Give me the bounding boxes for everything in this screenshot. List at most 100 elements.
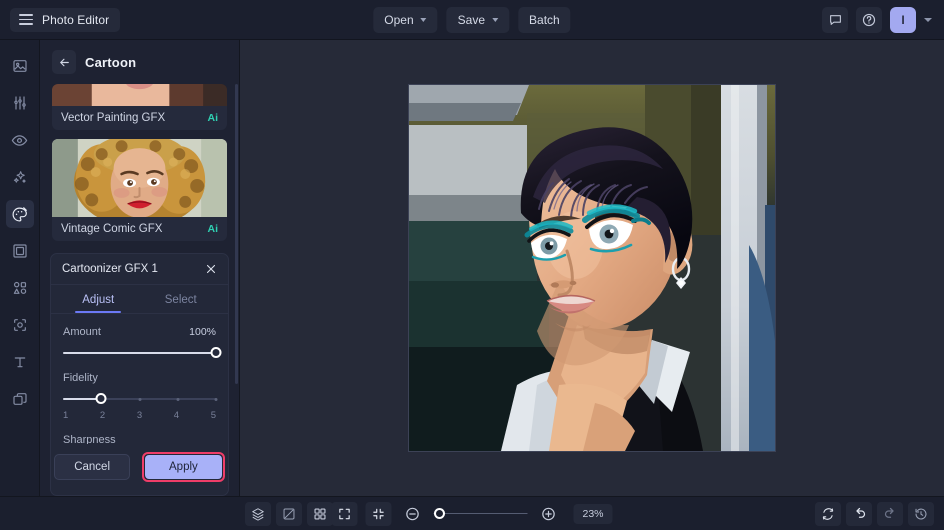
adjust-sliders-icon — [13, 96, 26, 110]
fidelity-step-4[interactable] — [176, 397, 180, 401]
fidelity-slider-thumb[interactable] — [95, 393, 107, 404]
ai-badge: Ai — [207, 223, 219, 235]
tab-select[interactable]: Select — [140, 285, 223, 313]
rail-item-layers[interactable] — [6, 385, 34, 413]
avatar-initial: I — [901, 12, 905, 27]
reset-button[interactable] — [815, 501, 841, 526]
compare-button[interactable] — [276, 501, 302, 526]
bottom-toolbar: 23% — [0, 496, 944, 530]
topbar-file-actions: Open Save Batch — [373, 6, 571, 33]
artboard[interactable] — [409, 85, 775, 451]
preset-label: Vintage Comic GFX — [61, 223, 163, 235]
actual-size-button[interactable] — [365, 501, 392, 526]
rail-item-preview[interactable] — [6, 126, 34, 154]
frame-icon — [12, 244, 27, 258]
preset-label: Vector Painting GFX — [61, 112, 166, 124]
cancel-button[interactable]: Cancel — [54, 454, 131, 480]
apply-button-highlight: Apply — [142, 452, 225, 482]
photo-editor-app: Photo Editor Open Save Batch I Cartoon V… — [0, 0, 944, 530]
amount-slider-thumb[interactable] — [210, 347, 222, 358]
zoom-slider-track — [433, 512, 528, 515]
card-title: Cartoonizer GFX 1 — [62, 263, 158, 275]
tick-label: 4 — [173, 410, 180, 421]
bottombar-left — [245, 501, 333, 526]
layers-icon — [12, 393, 27, 405]
amount-row: Amount 100% — [63, 326, 216, 338]
rail-item-shapes[interactable] — [6, 274, 34, 302]
compare-icon — [283, 508, 295, 519]
fidelity-step-3[interactable] — [138, 397, 141, 401]
undo-button[interactable] — [846, 501, 872, 526]
rail-item-frame[interactable] — [6, 237, 34, 265]
account-chevron-down-icon[interactable] — [924, 17, 932, 22]
apply-button[interactable]: Apply — [145, 455, 222, 479]
redo-button[interactable] — [877, 501, 903, 526]
shapes-icon — [13, 281, 26, 294]
amount-slider-fill — [63, 352, 216, 354]
rail-item-image[interactable] — [6, 52, 34, 80]
avatar[interactable]: I — [890, 6, 916, 33]
canvas-area[interactable] — [240, 40, 944, 496]
rail-item-artistic[interactable] — [5, 200, 34, 228]
batch-button[interactable]: Batch — [518, 6, 571, 33]
feedback-button[interactable] — [822, 6, 848, 33]
help-icon — [862, 13, 876, 26]
preset-item-vector-painting[interactable]: Vector Painting GFX Ai — [52, 84, 227, 130]
fidelity-row: Fidelity — [63, 372, 216, 384]
control-fidelity: Fidelity 1 2 3 4 5 — [63, 372, 218, 421]
tab-adjust[interactable]: Adjust — [57, 285, 140, 313]
panel-scrollbar[interactable] — [235, 84, 238, 384]
layers-stack-icon — [252, 507, 264, 521]
grid-view-icon — [314, 507, 326, 520]
control-sharpness: Sharpness 1 2 3 — [63, 434, 216, 444]
close-icon — [206, 264, 216, 274]
panel-header: Cartoon — [40, 40, 239, 84]
rail-item-text[interactable] — [6, 348, 34, 376]
fit-screen-button[interactable] — [331, 501, 358, 526]
fit-screen-icon — [339, 508, 350, 519]
help-button[interactable] — [856, 6, 882, 33]
zoom-level[interactable]: 23% — [573, 503, 613, 524]
eye-icon — [11, 134, 28, 146]
layers-stack-button[interactable] — [245, 501, 271, 526]
reset-icon — [822, 507, 834, 520]
save-button[interactable]: Save — [446, 6, 510, 33]
ai-badge: Ai — [207, 112, 219, 124]
preset-thumbnail — [52, 84, 227, 106]
batch-button-label: Batch — [529, 12, 560, 27]
panel-title: Cartoon — [85, 54, 137, 70]
open-button[interactable]: Open — [373, 6, 438, 33]
focus-icon — [13, 319, 26, 331]
feedback-icon — [829, 15, 841, 25]
history-button[interactable] — [908, 501, 934, 526]
zoom-out-button[interactable] — [399, 502, 425, 526]
card-header: Cartoonizer GFX 1 — [51, 254, 228, 285]
topbar-right: I — [822, 6, 944, 33]
panel-back-button[interactable] — [52, 50, 76, 74]
tick-label: 3 — [136, 410, 143, 421]
preset-item-vintage-comic[interactable]: Vintage Comic GFX Ai — [52, 139, 227, 241]
redo-icon — [884, 507, 894, 518]
rail-item-adjust[interactable] — [6, 89, 34, 117]
amount-slider[interactable] — [63, 347, 222, 359]
chevron-down-icon — [420, 17, 427, 22]
text-icon — [14, 357, 25, 368]
fidelity-tick-labels: 1 2 3 4 5 — [63, 410, 216, 421]
app-menu-button[interactable]: Photo Editor — [10, 7, 121, 32]
grid-view-button[interactable] — [307, 501, 333, 526]
cartoonizer-settings-card: Cartoonizer GFX 1 Adjust Select Amount 1… — [50, 253, 229, 496]
app-title: Photo Editor — [42, 12, 110, 27]
arrow-left-icon — [59, 58, 69, 66]
tick-label: 2 — [99, 410, 106, 421]
zoom-in-button[interactable] — [535, 502, 561, 526]
close-card-button[interactable] — [205, 263, 217, 275]
rail-item-focus[interactable] — [6, 311, 34, 339]
zoom-slider-thumb[interactable] — [433, 508, 445, 519]
sharpness-row: Sharpness — [63, 434, 216, 444]
rail-item-effects[interactable] — [6, 163, 34, 191]
fidelity-slider[interactable] — [63, 393, 218, 405]
actual-size-icon — [373, 508, 384, 519]
zoom-slider[interactable] — [433, 508, 528, 520]
preset-thumbnail-art — [52, 139, 227, 217]
fidelity-step-5[interactable] — [214, 397, 218, 401]
